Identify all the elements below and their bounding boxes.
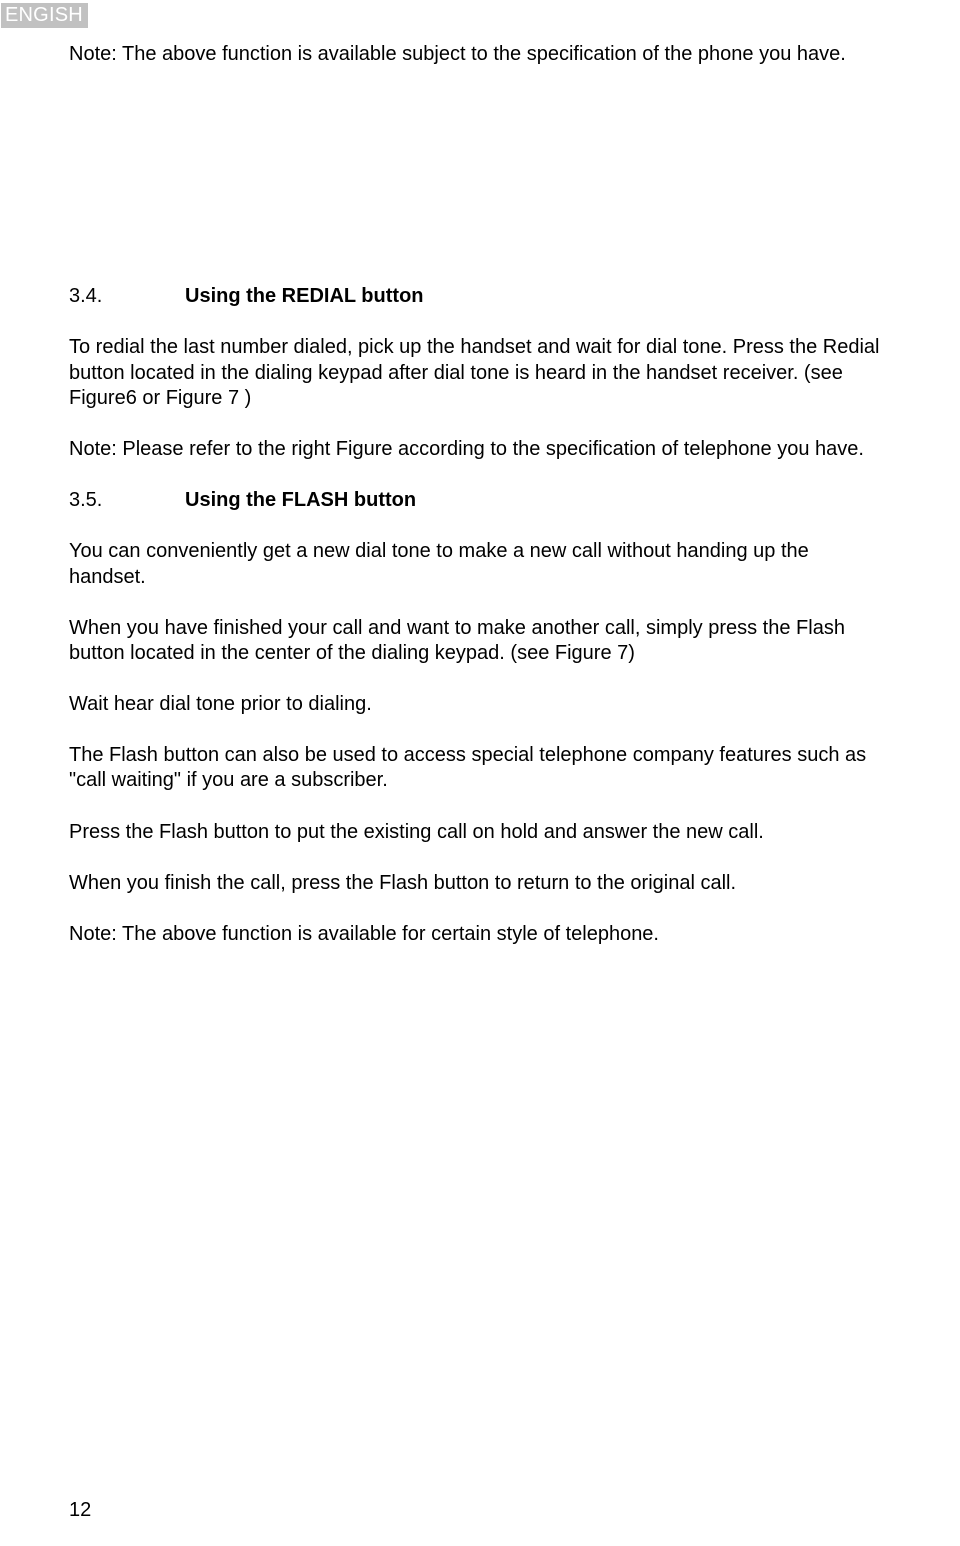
language-tab: ENGISH [1,3,88,28]
section-3-4-para-2: Note: Please refer to the right Figure a… [69,437,891,462]
section-3-5-para-5: Press the Flash button to put the existi… [69,820,891,845]
section-3-5-para-7: Note: The above function is available fo… [69,922,891,947]
section-3-5-heading: 3.5.Using the FLASH button [69,488,891,513]
section-3-5-para-3: Wait hear dial tone prior to dialing. [69,692,891,717]
section-3-5-para-1: You can conveniently get a new dial tone… [69,539,891,589]
section-3-4-number: 3.4. [69,284,185,309]
section-3-5-para-4: The Flash button can also be used to acc… [69,743,891,793]
section-3-5-title: Using the FLASH button [185,489,416,511]
section-3-4-para-1: To redial the last number dialed, pick u… [69,335,891,411]
section-3-5-number: 3.5. [69,488,185,513]
page-container: ENGISH Note: The above function is avail… [0,0,960,1546]
spacer [69,67,891,284]
intro-note: Note: The above function is available su… [69,42,891,67]
content: Note: The above function is available su… [69,0,891,947]
section-3-5-para-6: When you finish the call, press the Flas… [69,871,891,896]
section-3-4-heading: 3.4.Using the REDIAL button [69,284,891,309]
section-3-5-para-2: When you have finished your call and wan… [69,616,891,666]
section-3-4-title: Using the REDIAL button [185,285,424,307]
page-number: 12 [69,1499,91,1522]
